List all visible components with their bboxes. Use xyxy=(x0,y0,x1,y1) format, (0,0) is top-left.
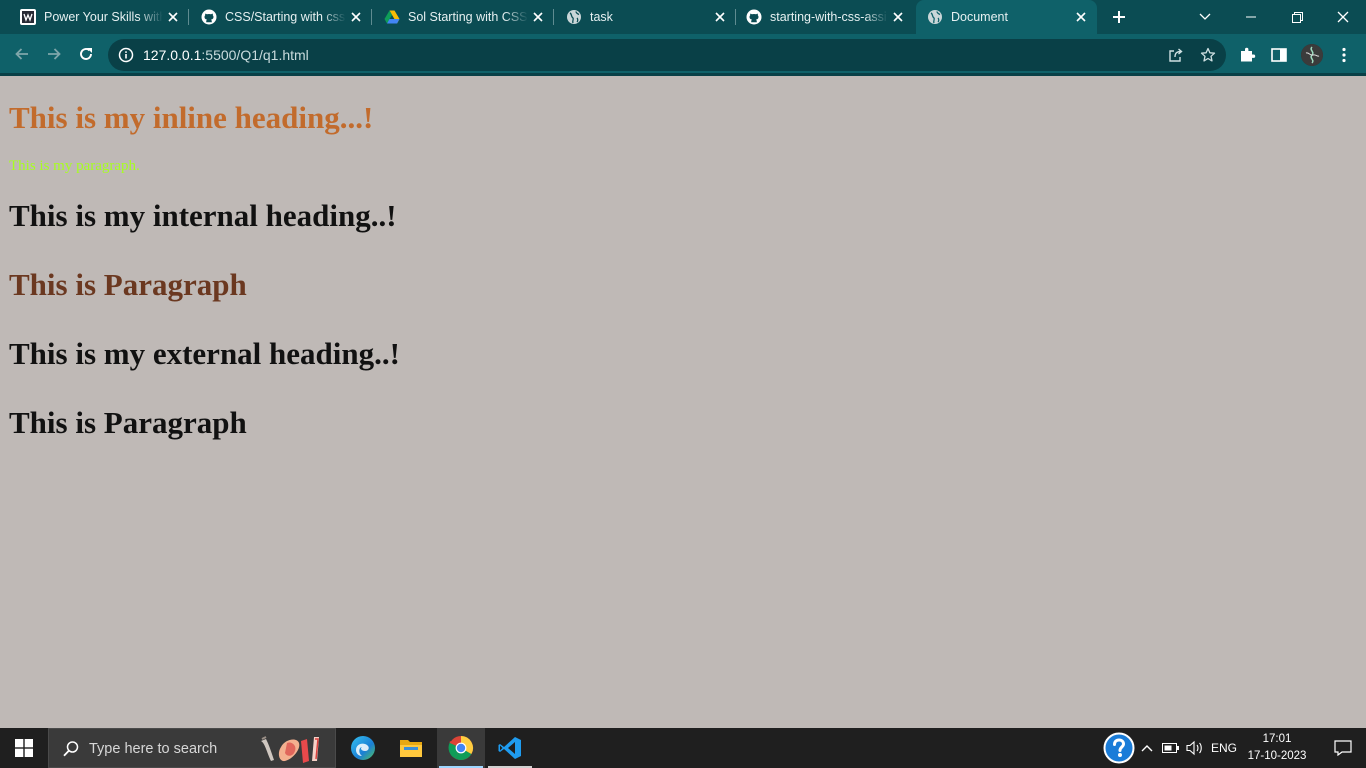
tab-title: task xyxy=(590,10,613,24)
google-drive-icon xyxy=(384,9,400,25)
side-panel-icon xyxy=(1271,48,1287,62)
chevron-up-icon xyxy=(1141,745,1153,752)
search-highlight-illustration-icon xyxy=(257,733,337,765)
url-text[interactable]: 127.0.0.1:5500/Q1/q1.html xyxy=(143,47,309,63)
chrome-icon xyxy=(448,736,474,761)
tab-document[interactable]: Document xyxy=(916,0,1097,34)
tab-task[interactable]: task xyxy=(554,0,736,34)
search-placeholder: Type here to search xyxy=(89,741,218,757)
tab-css-starting[interactable]: CSS/Starting with css xyxy=(189,0,372,34)
battery-indicator[interactable] xyxy=(1160,728,1182,768)
new-tab-button[interactable] xyxy=(1106,5,1132,29)
taskbar-vscode[interactable] xyxy=(486,728,534,768)
taskbar-search-box[interactable]: Type here to search xyxy=(48,728,336,768)
speaker-icon xyxy=(1186,740,1202,756)
tab-sol-starting[interactable]: Sol Starting with CSS xyxy=(372,0,554,34)
menu-button[interactable] xyxy=(1333,44,1355,66)
restore-button[interactable] xyxy=(1274,0,1320,34)
url-path: :5500/Q1/q1.html xyxy=(201,47,309,63)
tab-close-icon[interactable] xyxy=(1071,7,1091,27)
arrow-right-icon xyxy=(48,48,61,60)
back-button[interactable] xyxy=(7,39,37,69)
reload-button[interactable] xyxy=(71,39,101,69)
file-explorer-icon xyxy=(400,740,422,757)
battery-icon xyxy=(1162,743,1179,753)
tab-close-icon[interactable] xyxy=(888,7,908,27)
tab-starting-with-css-assignment[interactable]: starting-with-css-assi xyxy=(736,0,914,34)
notification-icon xyxy=(1334,740,1352,756)
help-question-icon xyxy=(1103,732,1135,764)
globe-icon xyxy=(927,9,943,25)
language-indicator[interactable]: ENG xyxy=(1208,728,1240,768)
github-icon xyxy=(201,9,217,25)
tab-title: Sol Starting with CSS xyxy=(408,10,528,24)
brown-paragraph: This is Paragraph xyxy=(9,267,247,302)
reload-icon xyxy=(80,48,92,60)
taskbar-file-explorer[interactable] xyxy=(387,728,435,768)
notification-center-button[interactable] xyxy=(1320,728,1366,768)
black-paragraph: This is Paragraph xyxy=(9,405,247,440)
tab-title: starting-with-css-assi xyxy=(770,10,887,24)
search-icon xyxy=(62,740,80,758)
info-icon[interactable] xyxy=(118,47,134,63)
show-hidden-icons-button[interactable] xyxy=(1138,728,1156,768)
share-icon[interactable] xyxy=(1166,45,1186,65)
plus-icon xyxy=(1113,11,1125,23)
clock-time: 17:01 xyxy=(1262,733,1292,745)
windows-logo-icon xyxy=(15,739,33,757)
internal-heading: This is my internal heading..! xyxy=(9,198,397,233)
tab-power-your-skills[interactable]: Power Your Skills with xyxy=(0,0,189,34)
inline-heading: This is my inline heading...! xyxy=(9,100,374,135)
puzzle-icon xyxy=(1241,47,1256,62)
small-paragraph: This is my paragraph. xyxy=(9,158,140,174)
tab-close-icon[interactable] xyxy=(710,7,730,27)
minimize-button[interactable] xyxy=(1228,0,1274,34)
tab-title: Document xyxy=(951,10,1008,24)
taskbar-chrome[interactable] xyxy=(437,728,485,768)
restore-icon xyxy=(1291,11,1303,23)
tab-close-icon[interactable] xyxy=(528,7,548,27)
start-button[interactable] xyxy=(0,728,48,768)
browser-toolbar: 127.0.0.1:5500/Q1/q1.html xyxy=(0,34,1366,76)
minimize-icon xyxy=(1246,16,1256,18)
extensions-button[interactable] xyxy=(1236,44,1258,66)
forward-button[interactable] xyxy=(39,39,69,69)
external-heading: This is my external heading..! xyxy=(9,336,400,371)
profile-avatar[interactable] xyxy=(1301,44,1323,66)
kebab-menu-icon xyxy=(1342,47,1346,63)
chevron-down-icon xyxy=(1199,13,1211,20)
w3-favicon-icon xyxy=(20,9,36,25)
tab-title: Power Your Skills with xyxy=(44,10,163,24)
system-clock[interactable]: 17:01 17-10-2023 xyxy=(1240,731,1314,765)
github-icon xyxy=(746,9,762,25)
address-bar[interactable]: 127.0.0.1:5500/Q1/q1.html xyxy=(108,39,1226,71)
close-window-button[interactable] xyxy=(1320,0,1366,34)
arrow-left-icon xyxy=(15,48,28,60)
globe-icon xyxy=(566,9,582,25)
help-button[interactable] xyxy=(1101,728,1137,768)
tab-close-icon[interactable] xyxy=(163,7,183,27)
close-icon xyxy=(1337,11,1349,23)
tab-search-button[interactable] xyxy=(1182,0,1228,34)
edge-icon xyxy=(351,736,375,760)
browser-tab-strip: Power Your Skills with CSS/Starting with… xyxy=(0,0,1366,34)
tab-title: CSS/Starting with css xyxy=(225,10,346,24)
taskbar-edge[interactable] xyxy=(339,728,387,768)
tab-close-icon[interactable] xyxy=(346,7,366,27)
side-panel-button[interactable] xyxy=(1268,44,1290,66)
vscode-icon xyxy=(498,737,521,759)
windows-taskbar: Type here to search ENG 17:01 17-10-2023 xyxy=(0,728,1366,768)
volume-indicator[interactable] xyxy=(1184,728,1206,768)
url-host: 127.0.0.1 xyxy=(143,47,202,63)
clock-date: 17-10-2023 xyxy=(1247,750,1307,762)
web-page-content: This is my inline heading...! This is my… xyxy=(0,76,1366,728)
bookmark-star-icon[interactable] xyxy=(1198,45,1218,65)
